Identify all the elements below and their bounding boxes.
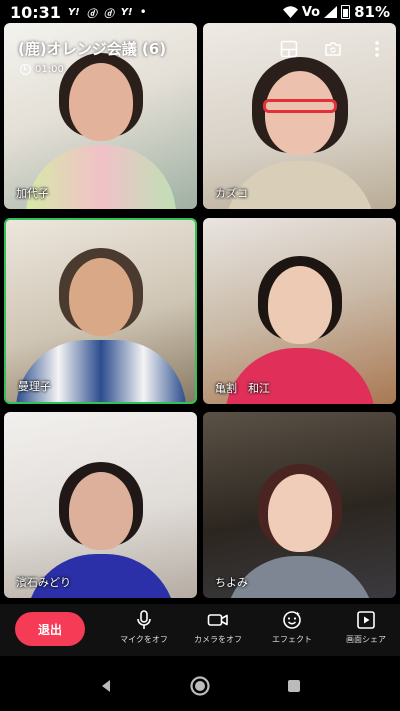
d-notification-icon-2: ⓓ [103, 8, 114, 20]
call-toolbar: 退出 マイクをオフ カメラをオフ エフェクト 画面シェア [0, 604, 400, 656]
battery-percent: 81% [354, 3, 390, 21]
effects-face-icon [283, 611, 301, 629]
participant-name: 加代子 [16, 187, 49, 200]
screen-share-icon [357, 611, 375, 629]
glasses [262, 99, 337, 113]
more-options-button[interactable] [366, 38, 388, 60]
leave-call-button[interactable]: 退出 [15, 612, 85, 646]
system-nav-bar [0, 660, 400, 711]
effects-button[interactable]: エフェクト [255, 610, 329, 645]
layout-button[interactable] [278, 38, 300, 60]
mic-toggle-button[interactable]: マイクをオフ [107, 610, 181, 645]
battery-icon [341, 5, 351, 19]
participant-tile[interactable]: ちよみ [203, 412, 396, 598]
participant-name: ちよみ [215, 576, 248, 589]
call-top-controls [278, 38, 388, 60]
call-title: (鹿)オレンジ会議 (6) [18, 40, 167, 58]
signal-icon [324, 6, 338, 18]
mic-toggle-label: マイクをオフ [120, 635, 168, 644]
clock-icon [20, 64, 31, 75]
wifi-icon [282, 6, 298, 18]
status-time: 10:31 [10, 2, 61, 22]
participant-tile[interactable]: 濱石みどり [4, 412, 197, 598]
d-notification-icon: ⓓ [86, 8, 97, 20]
participant-tile[interactable]: 亀割 和江 [203, 218, 396, 404]
effects-label: エフェクト [272, 635, 312, 644]
call-timer: 01:00 [20, 64, 64, 75]
layout-icon [280, 40, 298, 58]
participant-name: カズコ [215, 187, 248, 200]
participant-name: 亀割 和江 [215, 382, 270, 395]
call-duration: 01:00 [35, 64, 64, 75]
screen-share-button[interactable]: 画面シェア [329, 610, 400, 645]
yahoo-notification-icon: Y! [67, 6, 80, 18]
camera-toggle-label: カメラをオフ [194, 635, 242, 644]
volte-indicator: Vo [301, 4, 321, 20]
switch-camera-button[interactable] [322, 38, 344, 60]
participant-name: 濱石みどり [16, 576, 71, 589]
more-vert-icon [375, 41, 379, 57]
home-icon[interactable] [189, 675, 211, 697]
more-notifications-dot: • [139, 5, 147, 19]
camera-toggle-button[interactable]: カメラをオフ [181, 610, 255, 645]
screen-share-label: 画面シェア [346, 635, 386, 644]
participant-name: 曼理子 [18, 380, 51, 393]
recents-icon[interactable] [286, 678, 302, 694]
participant-tile-active-speaker[interactable]: 曼理子 [4, 218, 197, 404]
yahoo-notification-icon-2: Y! [120, 6, 133, 18]
video-camera-icon [207, 614, 228, 626]
video-grid: 加代子 カズコ 曼理子 亀割 和江 濱石みどり ちよみ [0, 20, 400, 602]
back-icon[interactable] [98, 678, 114, 694]
switch-camera-icon [325, 42, 341, 56]
microphone-icon [137, 610, 151, 629]
